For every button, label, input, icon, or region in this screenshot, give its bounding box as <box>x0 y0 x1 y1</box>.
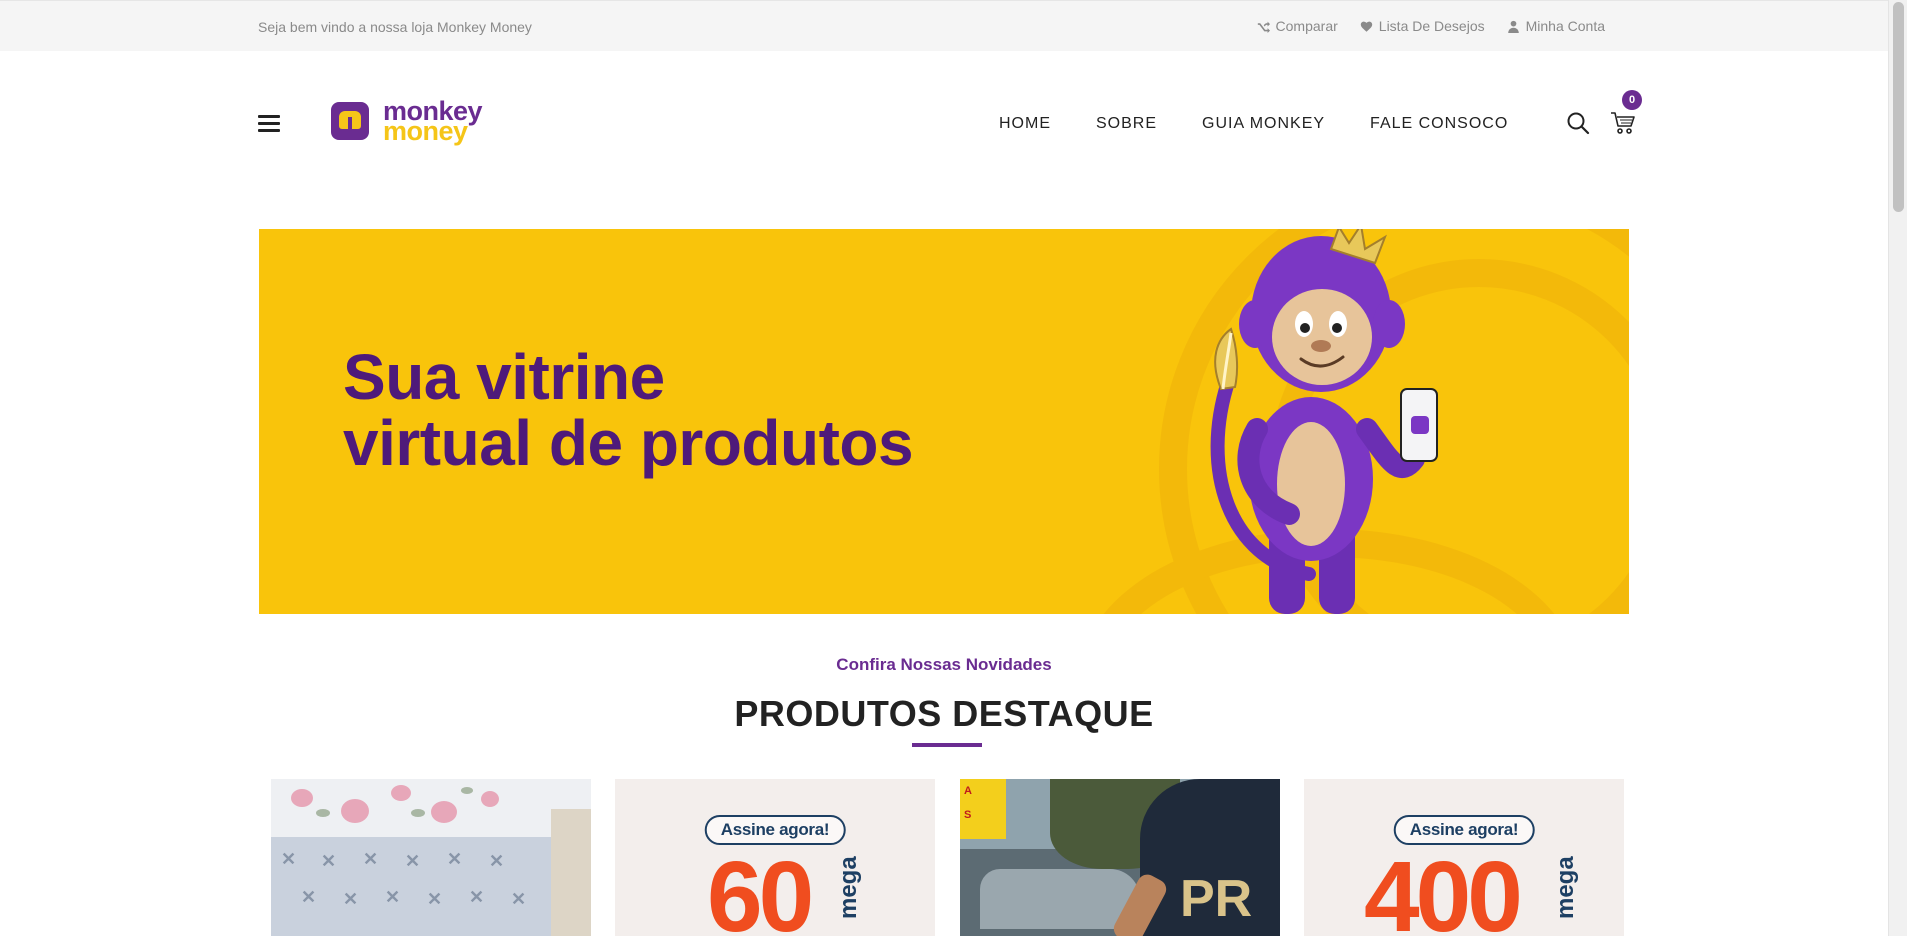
road-sign-text: A <box>964 785 972 797</box>
banner-headline: Sua vitrine virtual de produtos <box>343 341 914 479</box>
page: Seja bem vindo a nossa loja Monkey Money… <box>0 0 1907 936</box>
scrollbar-thumb[interactable] <box>1893 2 1904 212</box>
bed-post <box>551 809 591 936</box>
promo-speed-value: 60 <box>707 841 814 936</box>
page-scrollbar[interactable] <box>1888 0 1907 936</box>
logo-wordmark: monkey money <box>383 98 483 146</box>
user-icon <box>1507 20 1519 33</box>
account-label: Minha Conta <box>1525 18 1605 34</box>
welcome-message: Seja bem vindo a nossa loja Monkey Money <box>258 19 532 35</box>
section-title: PRODUTOS DESTAQUE <box>734 693 1154 734</box>
wishlist-label: Lista De Desejos <box>1378 18 1485 34</box>
promo-speed-value: 400 <box>1364 841 1523 936</box>
top-links: Comparar Lista De Desejos Minha Conta <box>1257 18 1605 34</box>
section-subtitle: Confira Nossas Novidades <box>836 655 1052 674</box>
title-underline <box>912 743 982 747</box>
product-card-60-mega[interactable]: Assine agora! 60 mega <box>615 779 935 936</box>
account-link[interactable]: Minha Conta <box>1507 18 1605 34</box>
compare-label: Comparar <box>1275 18 1338 34</box>
police-officer: PR <box>1140 779 1280 936</box>
banner-headline-line2: virtual de produtos <box>343 407 914 479</box>
banner-headline-line1: Sua vitrine <box>343 341 665 413</box>
product-card-bedding[interactable]: ✕ ✕ ✕ ✕ ✕ ✕ ✕ ✕ ✕ ✕ ✕ ✕ <box>271 779 591 936</box>
logo-word-money: money <box>383 116 468 146</box>
logo[interactable]: monkey money <box>331 98 483 146</box>
hero-banner[interactable]: Sua vitrine virtual de produtos <box>259 229 1629 614</box>
logo-mark-icon <box>331 102 369 140</box>
road-sign-text-2: S <box>964 809 972 821</box>
nav-home[interactable]: HOME <box>999 115 1051 133</box>
search-icon[interactable] <box>1566 111 1590 135</box>
hamburger-menu-icon[interactable] <box>258 115 280 135</box>
wishlist-link[interactable]: Lista De Desejos <box>1360 18 1485 34</box>
product-card-400-mega[interactable]: Assine agora! 400 mega <box>1304 779 1624 936</box>
nav-sobre[interactable]: SOBRE <box>1096 115 1157 133</box>
officer-patch-text: PR <box>1180 870 1253 928</box>
product-card-police[interactable]: A S PR <box>960 779 1280 936</box>
shuffle-icon <box>1257 21 1270 33</box>
monkey-mascot-icon <box>1210 229 1438 614</box>
promo-speed-unit: mega <box>835 856 862 919</box>
nav-guia-monkey[interactable]: GUIA MONKEY <box>1202 115 1325 133</box>
heart-icon <box>1360 21 1372 32</box>
top-bar: Seja bem vindo a nossa loja Monkey Money… <box>0 0 1888 51</box>
compare-link[interactable]: Comparar <box>1257 18 1338 34</box>
cart-icon[interactable] <box>1610 110 1636 136</box>
nav-fale-consoco[interactable]: FALE CONSOCO <box>1370 115 1508 133</box>
cart-count-badge: 0 <box>1622 90 1642 110</box>
main-nav: HOME SOBRE GUIA MONKEY FALE CONSOCO <box>999 115 1508 133</box>
promo-speed-unit: mega <box>1552 856 1579 919</box>
road-sign: A S <box>960 779 1006 839</box>
